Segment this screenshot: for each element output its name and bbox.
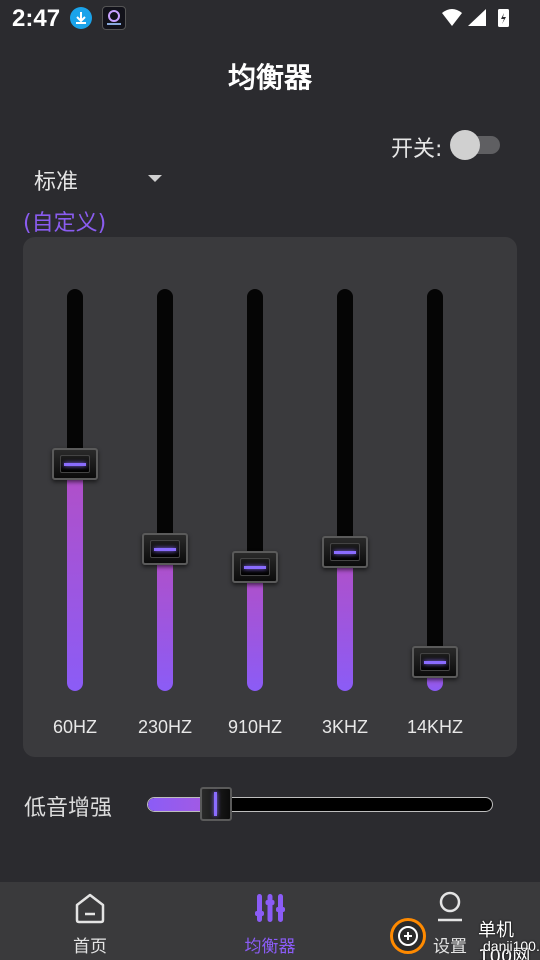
- band-slider-knob[interactable]: [52, 448, 98, 481]
- band-slider-track[interactable]: [337, 289, 353, 691]
- band-slider-knob[interactable]: [322, 536, 368, 569]
- custom-preset-label: (自定义): [23, 211, 107, 236]
- watermark: 单机100网 danji100.com: [388, 914, 540, 960]
- band-label: 910HZ: [227, 717, 283, 737]
- page-title: 均衡器: [227, 61, 312, 94]
- signal-icon: [468, 9, 486, 26]
- band-slider-knob[interactable]: [232, 550, 278, 583]
- dropdown-arrow-icon: [148, 175, 162, 182]
- bass-boost-slider[interactable]: [147, 797, 493, 812]
- band-label: 60HZ: [52, 717, 97, 737]
- band-slider-track[interactable]: [427, 289, 443, 691]
- watermark-url: danji100.com: [483, 938, 540, 954]
- band-slider-knob[interactable]: [142, 532, 188, 565]
- status-icons: [442, 9, 509, 27]
- band-910hz: 910HZ: [210, 237, 300, 757]
- nav-equalizer[interactable]: 均衡器: [180, 882, 360, 960]
- equalizer-icon: [255, 894, 285, 922]
- nav-home-label: 首页: [73, 937, 107, 957]
- equalizer-panel: 60HZ 230HZ 910HZ 3KHZ 14KHZ: [23, 237, 517, 757]
- power-switch-knob[interactable]: [450, 130, 480, 160]
- bass-boost-knob[interactable]: [200, 787, 233, 821]
- band-slider-knob[interactable]: [412, 646, 458, 679]
- preset-select[interactable]: 标准: [34, 164, 174, 198]
- nav-equalizer-label: 均衡器: [244, 937, 296, 957]
- nav-home[interactable]: 首页: [0, 882, 180, 960]
- wifi-icon: [442, 9, 462, 26]
- band-label: 3KHZ: [321, 717, 368, 737]
- band-230hz: 230HZ: [120, 237, 210, 757]
- band-slider-track[interactable]: [67, 289, 83, 691]
- band-slider-fill: [337, 552, 353, 691]
- band-slider-fill: [67, 464, 83, 691]
- band-slider-fill: [157, 548, 173, 691]
- home-icon: [75, 893, 105, 924]
- status-bar: 2:47: [0, 0, 540, 38]
- band-label: 14KHZ: [406, 717, 464, 737]
- app-icon: [102, 6, 126, 30]
- band-slider-fill: [247, 566, 263, 691]
- band-14khz: 14KHZ: [390, 237, 480, 757]
- band-label: 230HZ: [137, 717, 193, 737]
- download-icon: [70, 7, 92, 29]
- status-time: 2:47: [12, 5, 61, 32]
- band-3khz: 3KHZ: [300, 237, 390, 757]
- band-slider-track[interactable]: [247, 289, 263, 691]
- watermark-logo-icon: [390, 918, 426, 954]
- preset-value: 标准: [34, 170, 79, 195]
- switch-label: 开关:: [391, 137, 443, 162]
- bass-boost-label: 低音增强: [24, 796, 113, 821]
- band-slider-track[interactable]: [157, 289, 173, 691]
- band-60hz: 60HZ: [30, 237, 120, 757]
